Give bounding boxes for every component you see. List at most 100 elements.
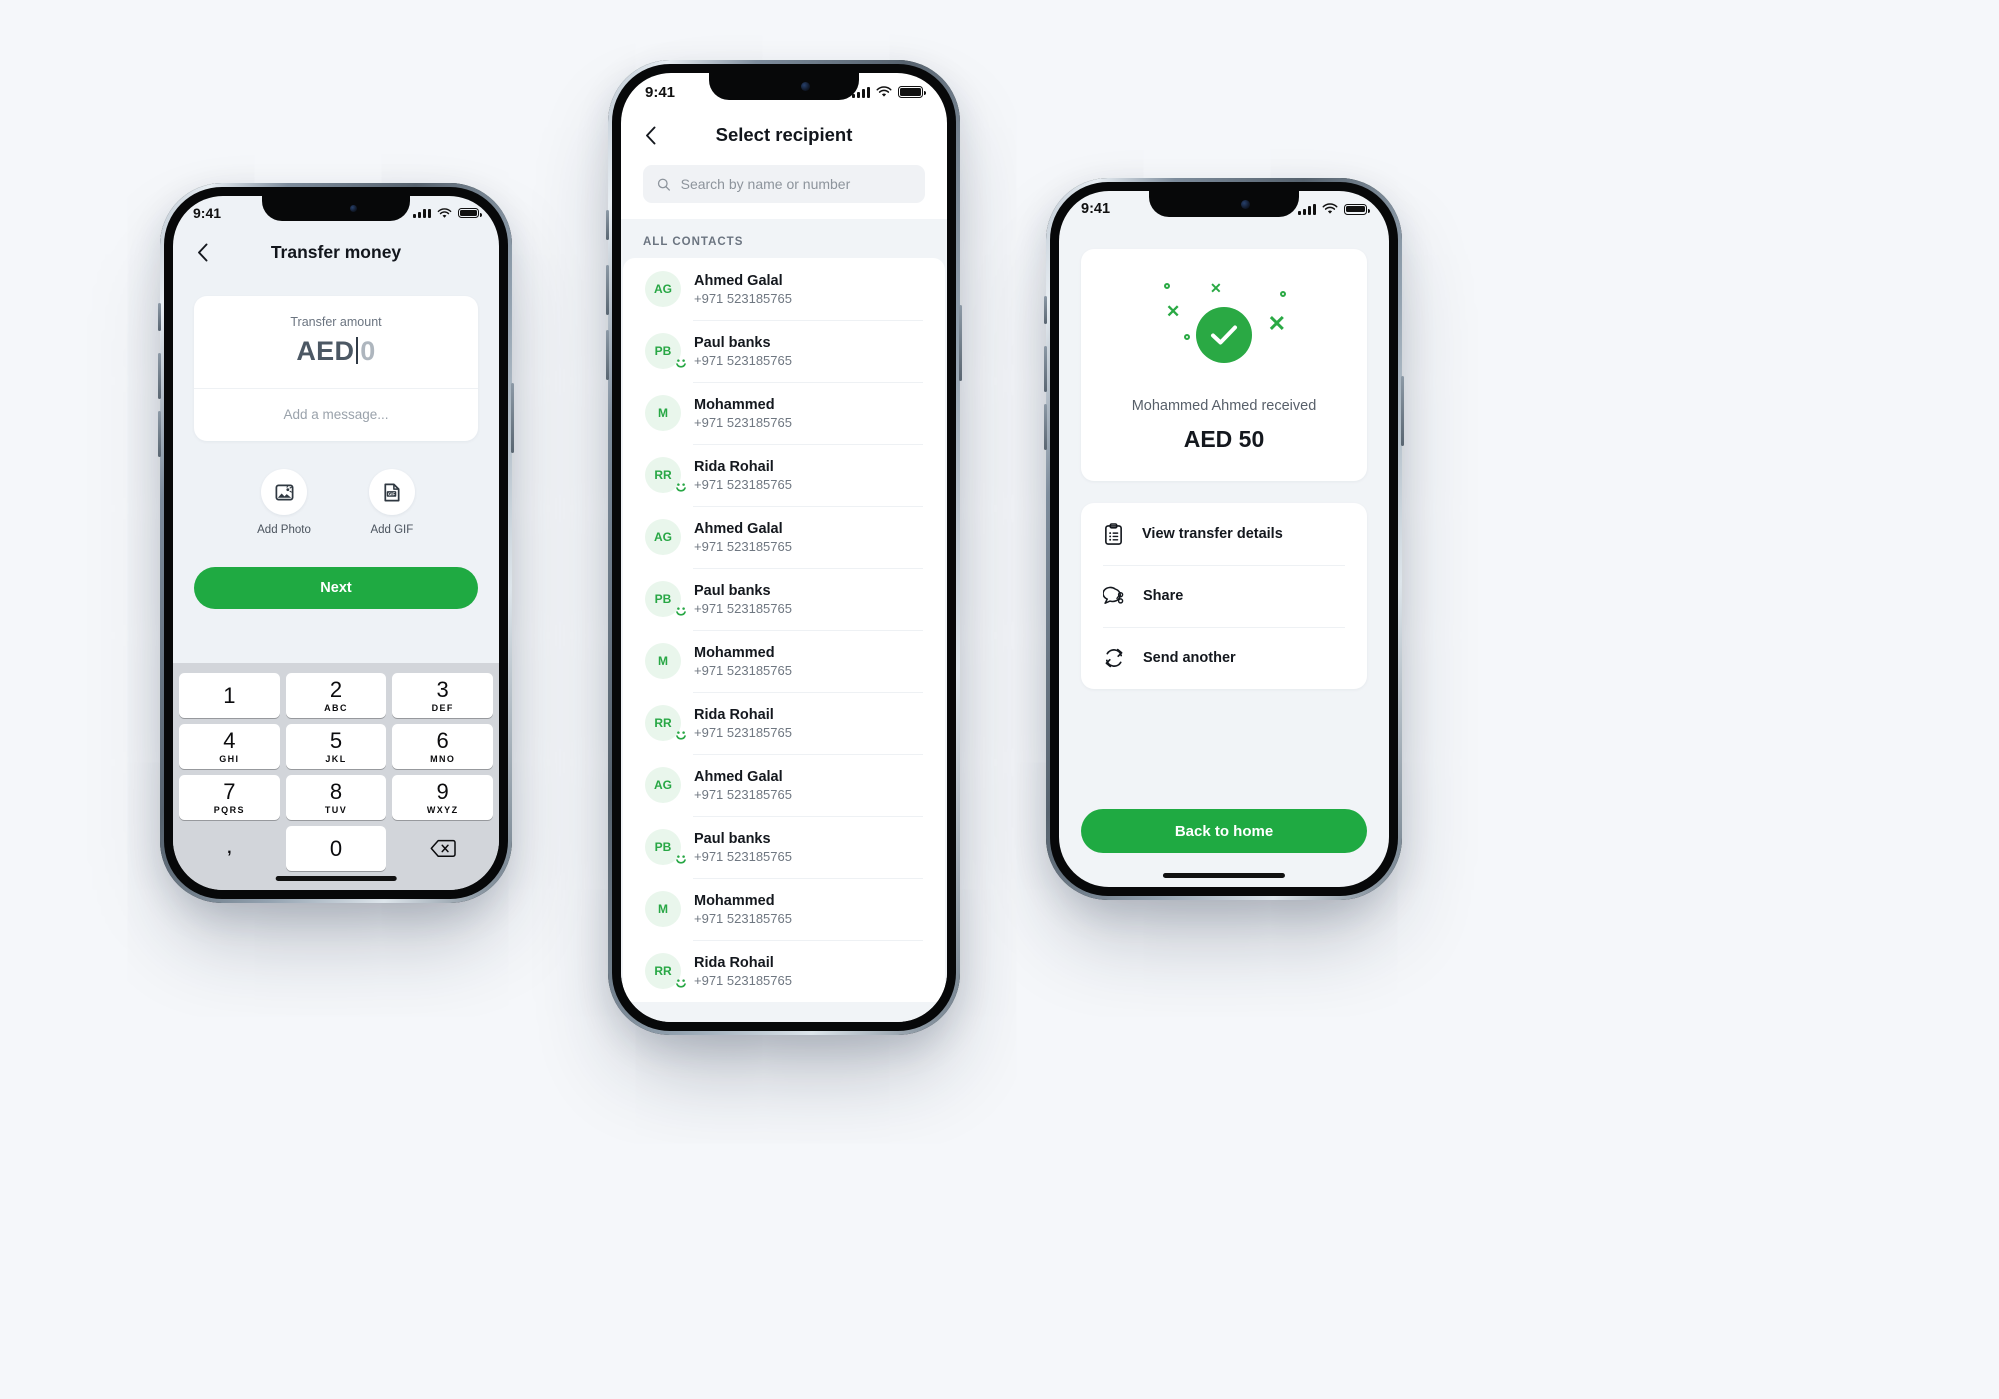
volume-up-button[interactable] [606,265,609,315]
phone-transfer-money: 9:41 Transfer money Transfer amount AED … [158,183,514,903]
share-button[interactable]: Share [1081,565,1367,627]
key-5[interactable]: 5 JKL [285,724,387,769]
avatar-initials: PB [654,344,672,358]
contact-name: Ahmed Galal [694,768,783,785]
send-another-button[interactable]: Send another [1081,627,1367,689]
key-3[interactable]: 3 DEF [392,673,494,718]
status-time: 9:41 [645,83,676,101]
mute-switch[interactable] [1044,296,1047,324]
next-button[interactable]: Next [194,567,478,609]
key-backspace[interactable] [392,826,493,871]
amount-section[interactable]: Transfer amount AED 0 [194,296,478,389]
volume-up-button[interactable] [1044,346,1047,392]
volume-down-button[interactable] [158,411,161,457]
contact-row[interactable]: RR Rida Rohail +971 523185765 [623,692,945,754]
currency-code: AED [296,336,355,366]
chevron-left-icon[interactable] [197,243,208,262]
key-comma[interactable]: , [179,826,280,871]
volume-down-button[interactable] [606,330,609,380]
view-transfer-details-button[interactable]: View transfer details [1081,503,1367,565]
page-title: Transfer money [270,241,402,262]
contact-phone: +971 523185765 [694,786,792,802]
amount-input[interactable]: AED 0 [194,336,478,367]
message-input[interactable]: Add a message... [194,389,478,441]
add-photo-button[interactable]: Add Photo [257,469,311,536]
contact-name: Paul banks [694,830,771,847]
actions-card: View transfer details Share Send another [1081,503,1367,689]
contacts-list-region[interactable]: ALL CONTACTS AG Ahmed Galal +971 523185765… [621,219,947,1022]
contact-text: Mohammed +971 523185765 [694,893,792,926]
key-7[interactable]: 7 PQRS [179,775,280,820]
status-time: 9:41 [1081,201,1111,217]
key-6[interactable]: 6 MNO [392,724,494,769]
contact-phone: +971 523185765 [694,414,792,430]
back-to-home-button[interactable]: Back to home [1081,809,1367,853]
key-9[interactable]: 9 WXYZ [392,775,494,820]
avatar-initials: PB [654,592,672,606]
contact-row[interactable]: AG Ahmed Galal +971 523185765 [623,258,945,320]
key-8[interactable]: 8 TUV [285,775,387,820]
power-button[interactable] [511,383,514,453]
cellular-bars-icon [1298,203,1316,215]
volume-up-button[interactable] [158,353,161,399]
avatar: M [645,891,681,927]
contact-name: Rida Rohail [694,706,774,723]
contact-row[interactable]: M Mohammed +971 523185765 [623,630,945,692]
contact-phone: +971 523185765 [694,848,792,864]
avatar: PB [645,829,686,865]
contact-name: Rida Rohail [694,954,774,971]
contact-phone: +971 523185765 [694,662,792,678]
clipboard-list-icon [1105,522,1122,545]
avatar: PB [645,581,686,617]
contact-text: Ahmed Galal +971 523185765 [694,273,792,306]
avatar: RR [645,953,686,989]
mute-switch[interactable] [606,210,609,240]
key-letters: TUV [324,804,348,815]
numeric-keypad: 1 2 ABC 3 DEF 4 GHI 5 JKL 6 MNO 7 PQRS 8 TUV 9W… [173,663,499,890]
check-circle-icon [1196,307,1252,363]
phone-select-recipient: 9:41 Select recipient Search by name or … [606,60,962,1035]
smiley-badge-icon [676,483,686,492]
contact-row[interactable]: PB Paul banks +971 523185765 [623,816,945,878]
add-gif-button[interactable]: GIF Add GIF [368,469,415,536]
power-button[interactable] [1401,376,1404,446]
status-bar: 9:41 [1059,191,1389,227]
avatar: PB [645,333,686,369]
avatar-initials: M [658,654,668,668]
key-2[interactable]: 2 ABC [285,673,387,718]
confetti-dot [1280,291,1286,297]
nav-bar: Select recipient [621,111,947,159]
chevron-left-icon[interactable] [645,126,656,145]
key-4[interactable]: 4 GHI [179,724,280,769]
key-number: 5 [329,727,343,753]
status-bar: 9:41 [621,73,947,111]
contact-row[interactable]: RR Rida Rohail +971 523185765 [623,940,945,1002]
attachment-row: Add Photo GIF Add GIF [173,469,499,536]
contact-text: Rida Rohail +971 523185765 [694,955,792,988]
avatar-initials: M [658,406,668,420]
contact-row[interactable]: RR Rida Rohail +971 523185765 [623,444,945,506]
contact-row[interactable]: M Mohammed +971 523185765 [623,878,945,940]
contact-row[interactable]: PB Paul banks +971 523185765 [623,568,945,630]
mute-switch[interactable] [158,303,161,331]
contact-row[interactable]: AG Ahmed Galal +971 523185765 [623,506,945,568]
screen-transfer-money: 9:41 Transfer money Transfer amount AED … [173,196,499,890]
volume-down-button[interactable] [1044,404,1047,450]
key-number: 4 [223,727,236,753]
key-1[interactable]: 1 [179,673,280,718]
contact-text: Paul banks +971 523185765 [694,831,792,864]
contact-row[interactable]: AG Ahmed Galal +971 523185765 [623,754,945,816]
key-0[interactable]: 0 [285,826,387,871]
avatar: M [645,643,681,679]
contact-row[interactable]: M Mohammed +971 523185765 [623,382,945,444]
add-photo-label: Add Photo [257,524,311,536]
power-button[interactable] [959,305,962,381]
wifi-icon [1322,203,1338,214]
add-photo-circle [261,469,307,515]
avatar: RR [645,705,686,741]
confetti-cross: ✕ [1210,280,1222,296]
contact-row[interactable]: PB Paul banks +971 523185765 [623,320,945,382]
search-box[interactable] [643,165,925,203]
amount-label: Transfer amount [290,315,382,329]
search-input[interactable] [680,176,911,192]
